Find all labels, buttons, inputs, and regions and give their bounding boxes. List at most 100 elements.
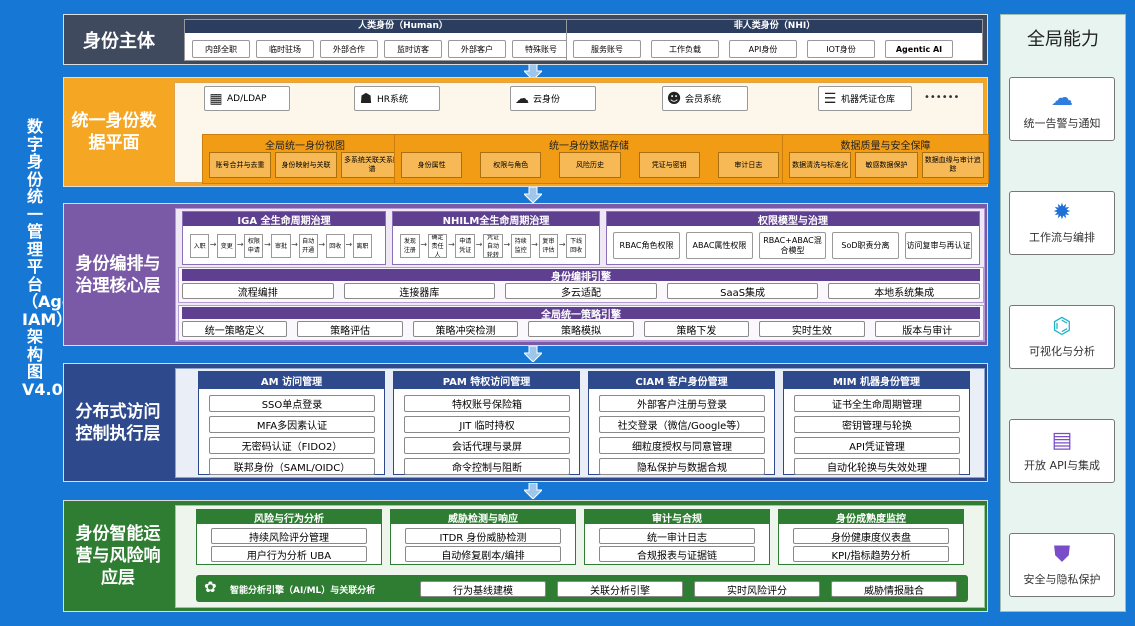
lifecycle-panel: NHILM全生命周期治理 发现注册 → 确定责任人 → 申请凭证 → 凭证自动轮转 → 持续监控 →… xyxy=(392,211,600,265)
data-group-title: 统一身份数据存储 xyxy=(549,141,629,152)
data-item-chip: 账号合并与去重 xyxy=(209,152,271,178)
access-group: PAM 特权访问管理 特权账号保险箱 JIT 临时持权 会话代理与录屏 命令控制与阻断 xyxy=(393,371,580,475)
ops-group: 身份成熟度监控 身份健康度仪表盘 KPI/指标趋势分析 xyxy=(778,509,964,565)
data-item-chip: 身份属性 xyxy=(401,152,463,178)
ops-item: 自动修复剧本/编排 xyxy=(405,546,561,562)
capability-label: 开放 API与集成 xyxy=(1024,459,1100,472)
data-source-label: 机器凭证仓库 xyxy=(841,95,896,105)
layer-label: 身份智能运营与风险响应层 xyxy=(75,524,161,588)
ops-item: 用户行为分析 UBA xyxy=(211,546,367,562)
cloud-icon: ☁ xyxy=(1051,86,1073,111)
lifecycle-step: 回收 xyxy=(325,234,345,258)
down-arrow xyxy=(524,346,542,362)
engine-chip: 实时风险评分 xyxy=(694,581,820,597)
lifecycle-step: 确定责任人 xyxy=(427,234,448,258)
identity-chip: IOT身份 xyxy=(807,40,875,58)
data-group: 统一身份数据存储 身份属性 权限与角色 风险历史 凭证与密钥 审计日志 xyxy=(394,134,784,184)
capability-card: ⌬ 可视化与分析 xyxy=(1009,305,1115,369)
data-group: 数据质量与安全保障 数据清洗与标准化 敏感数据保护 数据血缘与审计追踪 xyxy=(782,134,989,184)
shield-icon: ⛊ xyxy=(1053,542,1071,567)
cloud-icon: ☁ xyxy=(515,90,529,107)
data-item-chip: 凭证与密钥 xyxy=(638,152,700,178)
access-item: 细粒度授权与同意管理 xyxy=(599,437,765,454)
lifecycle-step: 申请凭证 xyxy=(455,234,476,258)
capability-label: 工作流与编排 xyxy=(1029,231,1095,244)
layer-label: 身份编排与治理核心层 xyxy=(75,253,161,296)
ops-item: 身份健康度仪表盘 xyxy=(793,528,949,544)
capability-label: 可视化与分析 xyxy=(1029,345,1095,358)
ops-item: 持续风险评分管理 xyxy=(211,528,367,544)
data-source-label: HR系统 xyxy=(377,95,409,105)
architecture-diagram: 数字身份统一管理平台（Agent IAM）架构图V4.0 身份主体 人类身份（H… xyxy=(0,0,1135,626)
lifecycle-step: 持续监控 xyxy=(510,234,531,258)
access-item: 会话代理与录屏 xyxy=(404,437,570,454)
lifecycle-step: 下线回收 xyxy=(566,234,586,258)
data-source-label: 会员系统 xyxy=(685,95,722,105)
ops-group: 风险与行为分析 持续风险评分管理 用户行为分析 UBA xyxy=(196,509,382,565)
identity-chip: 外部客户 xyxy=(448,40,506,58)
user-icon: ☗ xyxy=(359,90,373,107)
access-layer: 分布式访问控制执行层 AM 访问管理 SSO单点登录 MFA多因素认证 无密码认证（F… xyxy=(63,363,988,482)
engine-chip: 关联分析引擎 xyxy=(557,581,683,597)
nhi-identity-group: 非人类身份（NHI） 服务账号 工作负载 API身份 IOT身份 Agentic AI xyxy=(566,19,983,61)
step-arrow: → xyxy=(318,240,326,249)
identity-chip: 监时访客 xyxy=(384,40,442,58)
access-item: SSO单点登录 xyxy=(209,395,375,412)
engine-chip: 本地系统集成 xyxy=(828,283,980,299)
capability-label: 安全与隐私保护 xyxy=(1023,573,1101,586)
member-icon: ☻ xyxy=(666,90,682,107)
lifecycle-step: 入职 xyxy=(190,234,210,258)
engine-chip: 多云适配 xyxy=(505,283,657,299)
identity-chip: API身份 xyxy=(729,40,797,58)
ops-item: KPI/指标趋势分析 xyxy=(793,546,949,562)
data-item-chip: 审计日志 xyxy=(717,152,779,178)
access-item: 自动化轮换与失效处理 xyxy=(794,458,960,475)
global-title: 全局能力 xyxy=(1027,29,1099,50)
engine-chip: 威胁情报融合 xyxy=(831,581,957,597)
lifecycle-step: 离职 xyxy=(352,234,372,258)
step-arrow: → xyxy=(420,240,428,249)
lifecycle-step: 自动开通 xyxy=(298,234,318,258)
data-source-label: AD/LDAP xyxy=(227,93,267,104)
access-item: 证书全生命周期管理 xyxy=(794,395,960,412)
lifecycle-panel: IGA 全生命周期治理 入职 → 变更 → 权限申请 → 审批 → 自动开通 → 回收 → 离职 xyxy=(182,211,386,265)
network-icon: ⌬ xyxy=(1052,314,1072,339)
lifecycle-step: 凭证自动轮转 xyxy=(483,234,503,258)
step-arrow: → xyxy=(503,240,511,249)
access-group-title: PAM 特权访问管理 xyxy=(394,372,579,389)
access-item: 命令控制与阻断 xyxy=(404,458,570,475)
step-arrow: → xyxy=(209,240,217,249)
permission-chip: RBAC+ABAC混合模型 xyxy=(759,232,826,259)
capability-card: ▤ 开放 API与集成 xyxy=(1009,419,1115,483)
data-layer: 统一身份数据平面 ▦ AD/LDAP ☗ HR系统 ☁ 云身份 ☻ 会员系统 ☰ 机器凭证仓库 ••… xyxy=(63,77,989,187)
data-group: 全局统一身份视图 账号合并与去重 身份映射与关联 多系统关联关系图谱 xyxy=(202,134,408,184)
ops-group-title: 威胁检测与响应 xyxy=(391,510,575,525)
engine-chip: 连接器库 xyxy=(343,283,496,299)
data-source-box: ☁ 云身份 xyxy=(510,86,596,111)
access-group-title: MIM 机器身份管理 xyxy=(784,372,969,389)
human-identity-group: 人类身份（Human） 内部全职 临时驻场 外部合作 监时访客 外部客户 特殊账号 xyxy=(184,19,622,61)
ops-item: 合规报表与证据链 xyxy=(599,546,755,562)
down-arrow xyxy=(524,187,542,203)
analytics-engine-bar: ✿ 智能分析引擎（AI/ML）与关联分析 行为基线建模 关联分析引擎 实时风险评分 威胁情… xyxy=(196,575,968,602)
lifecycle-title: NHILM全生命周期治理 xyxy=(393,212,599,227)
identity-chip: 内部全职 xyxy=(192,40,250,58)
data-source-box: ☻ 会员系统 xyxy=(662,86,748,111)
layer-label: 统一身份数据平面 xyxy=(71,111,157,153)
ops-layer: 身份智能运营与风险响应层 风险与行为分析 持续风险评分管理 用户行为分析 UBA 威胁… xyxy=(63,500,988,612)
capability-card: ☁ 统一告警与通知 xyxy=(1009,77,1115,141)
engine-chip: 版本与审计 xyxy=(874,321,980,337)
access-item: 联邦身份（SAML/OIDC） xyxy=(209,458,375,475)
access-group-title: AM 访问管理 xyxy=(199,372,384,389)
lifecycle-step: 权限申请 xyxy=(244,234,264,258)
access-item: 隐私保护与数据合规 xyxy=(599,458,765,475)
permission-chip: 访问复审与再认证 xyxy=(905,232,972,259)
lifecycle-title: IGA 全生命周期治理 xyxy=(183,212,385,227)
capability-card: ✹ 工作流与编排 xyxy=(1009,191,1115,255)
data-group-title: 全局统一身份视图 xyxy=(265,141,345,152)
access-item: 外部客户注册与登录 xyxy=(599,395,765,412)
permission-chip: ABAC属性权限 xyxy=(686,232,753,259)
data-source-box: ☗ HR系统 xyxy=(354,86,440,111)
capability-card: ⛊ 安全与隐私保护 xyxy=(1009,533,1115,597)
access-group: MIM 机器身份管理 证书全生命周期管理 密钥管理与轮换 API凭证管理 自动化轮换与失… xyxy=(783,371,970,475)
